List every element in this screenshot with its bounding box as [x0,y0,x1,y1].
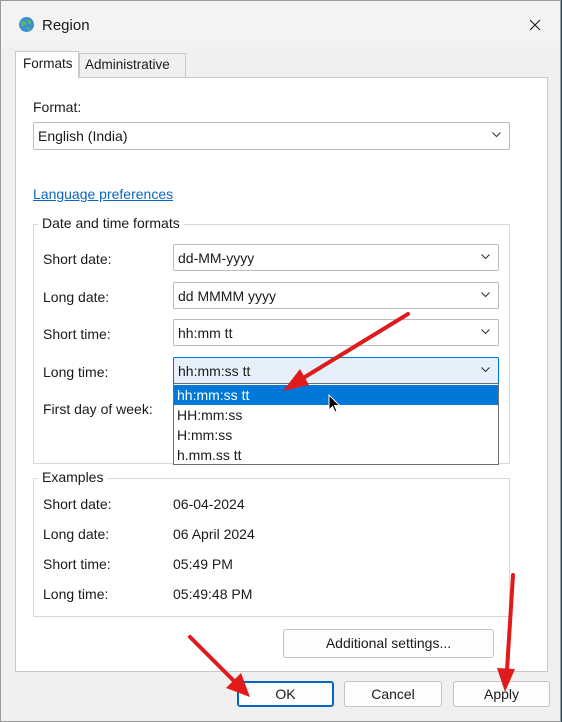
long-date-value: dd MMMM yyyy [178,288,276,304]
format-select[interactable]: English (India) [33,122,510,150]
example-long-time-value: 05:49:48 PM [173,586,253,602]
example-short-date-label: Short date: [43,496,112,512]
short-date-label: Short date: [43,251,112,267]
long-time-select[interactable]: hh:mm:ss tt [173,357,499,384]
title-bar: Region [1,1,560,47]
tab-formats[interactable]: Formats [15,51,79,78]
dropdown-option[interactable]: h.mm.ss tt [174,445,498,465]
long-time-label: Long time: [43,364,109,380]
long-time-value: hh:mm:ss tt [178,363,251,379]
long-date-label: Long date: [43,289,110,305]
example-long-date-value: 06 April 2024 [173,526,255,542]
formats-panel: Format: English (India) Language prefere… [15,77,548,672]
tab-administrative[interactable]: Administrative [79,53,186,77]
chevron-down-icon [492,132,501,138]
dropdown-option[interactable]: hh:mm:ss tt [174,385,498,405]
cancel-button[interactable]: Cancel [344,681,442,707]
example-short-time-label: Short time: [43,556,111,572]
example-long-time-label: Long time: [43,586,109,602]
chevron-down-icon [481,329,490,335]
language-preferences-link[interactable]: Language preferences [33,186,173,202]
dropdown-option[interactable]: HH:mm:ss [174,405,498,425]
format-label: Format: [33,99,82,115]
long-time-dropdown-list: hh:mm:ss tt HH:mm:ss H:mm:ss h.mm.ss tt [173,383,499,465]
example-short-date-value: 06-04-2024 [173,496,245,512]
chevron-down-icon [481,254,490,260]
ok-button[interactable]: OK [237,681,334,707]
chevron-down-icon [481,292,490,298]
short-time-label: Short time: [43,326,111,342]
dropdown-option[interactable]: H:mm:ss [174,425,498,445]
region-dialog: Region Formats Administrative Format: En… [0,0,561,722]
short-time-value: hh:mm tt [178,325,233,341]
format-value: English (India) [38,128,128,144]
group-title-formats: Date and time formats [38,215,184,231]
additional-settings-button[interactable]: Additional settings... [283,629,494,658]
short-date-value: dd-MM-yyyy [178,250,255,266]
example-long-date-label: Long date: [43,526,110,542]
first-day-of-week-label: First day of week: [43,401,153,417]
globe-icon [19,17,34,32]
apply-button[interactable]: Apply [453,681,550,707]
group-title-examples: Examples [38,469,108,485]
short-date-select[interactable]: dd-MM-yyyy [173,244,499,271]
short-time-select[interactable]: hh:mm tt [173,319,499,346]
chevron-down-icon [481,367,490,373]
long-date-select[interactable]: dd MMMM yyyy [173,282,499,309]
window-title: Region [42,17,90,34]
close-button[interactable] [520,11,550,39]
example-short-time-value: 05:49 PM [173,556,233,572]
close-icon [529,19,541,31]
